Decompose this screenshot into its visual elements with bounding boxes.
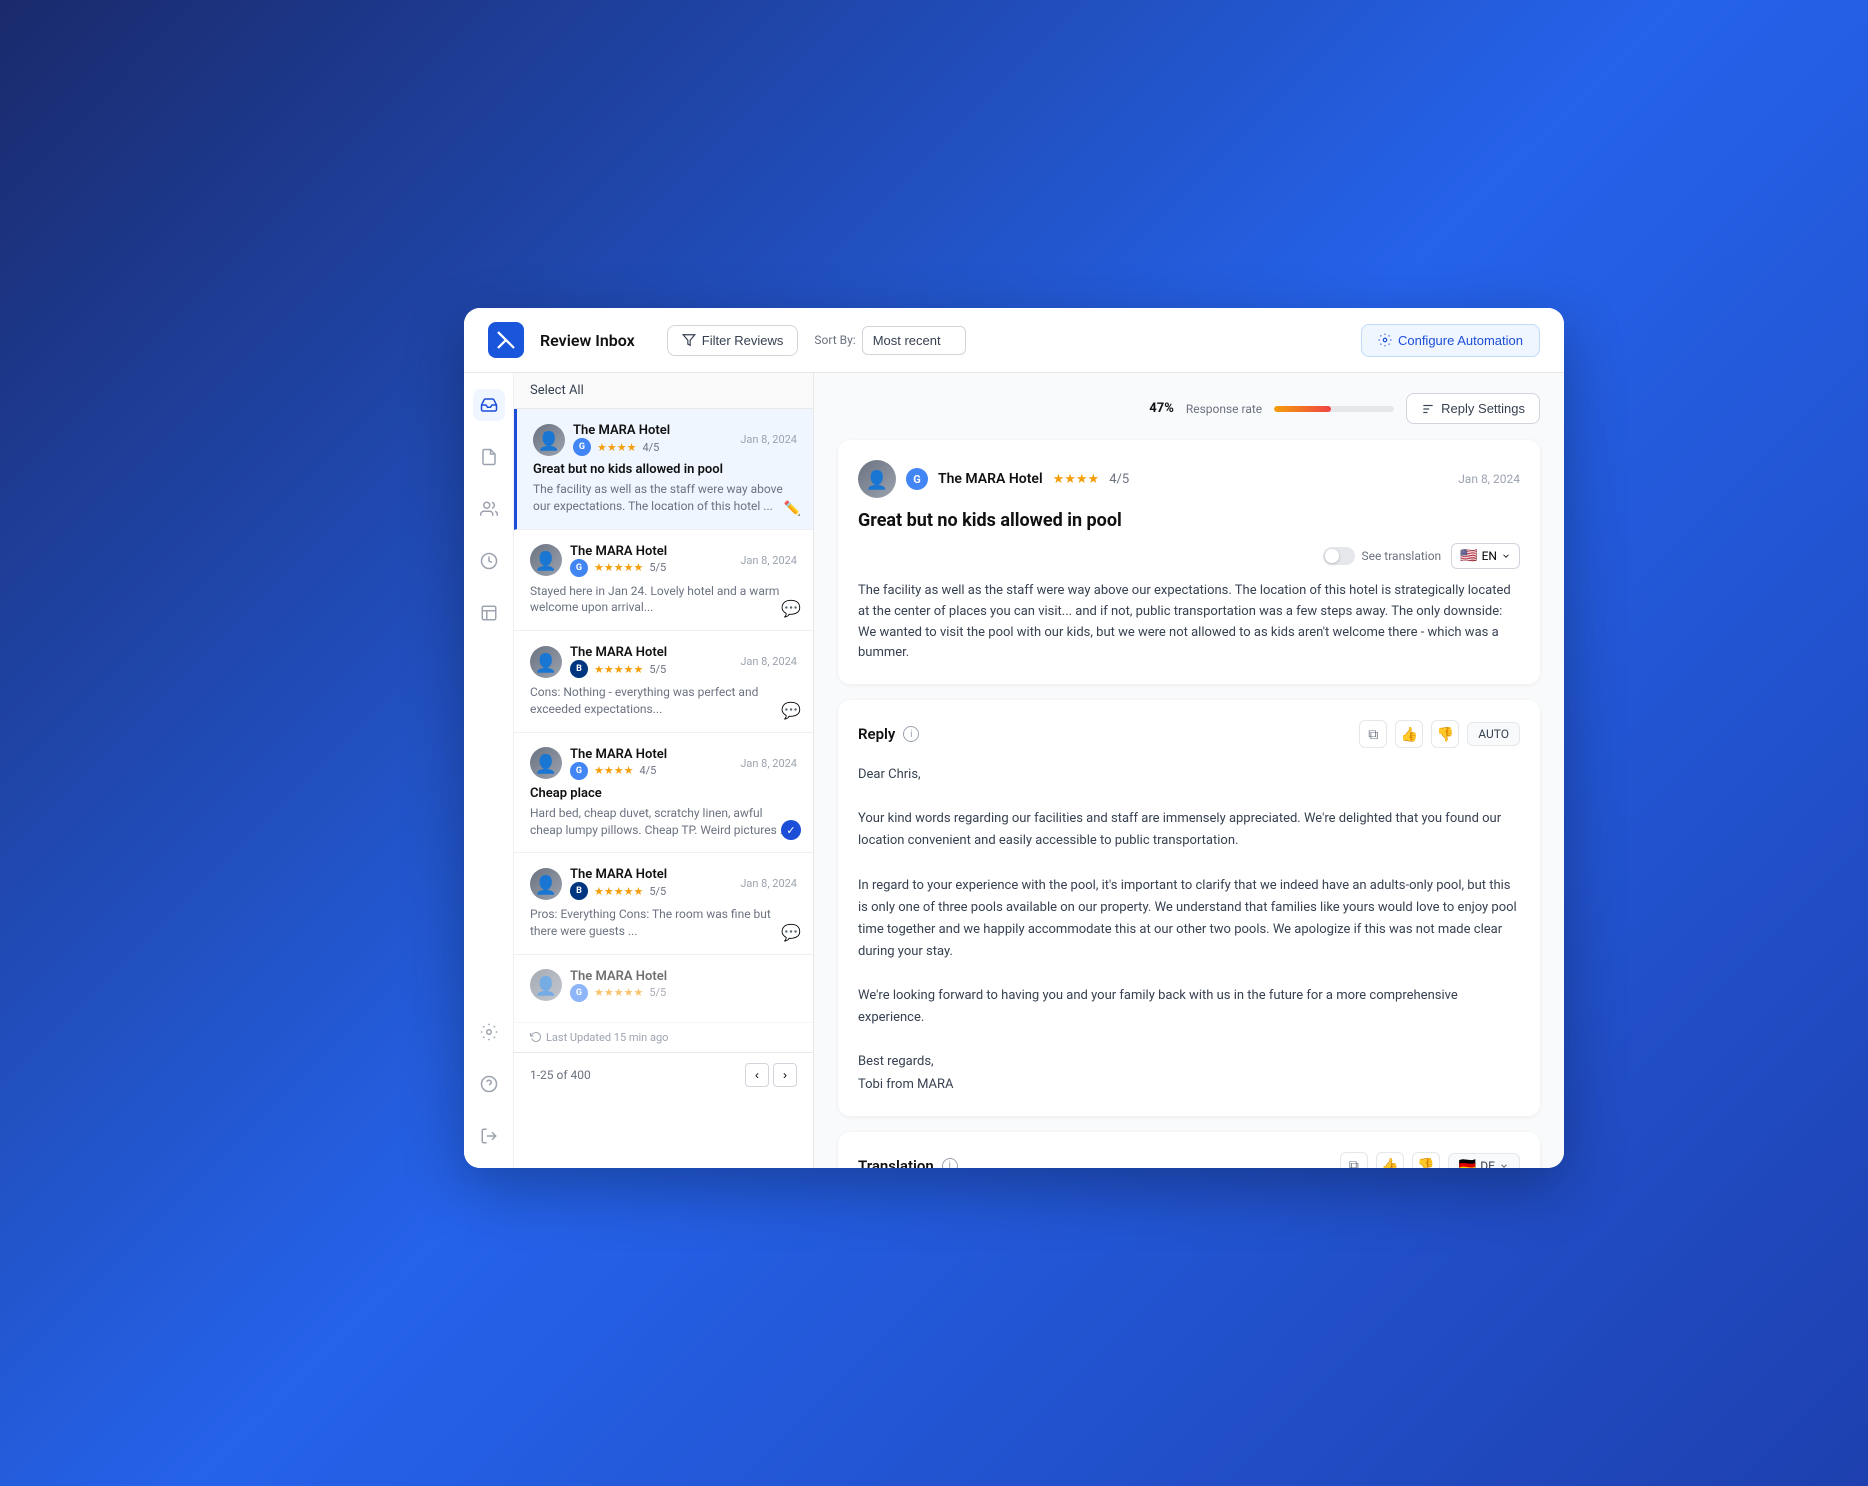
review-meta: G ★★★★★ 5/5	[570, 984, 797, 1002]
avatar: 👤	[858, 460, 896, 498]
sidebar-item-reports[interactable]	[473, 597, 505, 629]
review-item[interactable]: 👤 The MARA Hotel G ★★★★★ 5/5	[514, 955, 813, 1023]
translation-toggle[interactable]: See translation	[1323, 547, 1441, 565]
platform-badge-google: G	[570, 762, 588, 780]
review-item-info: The MARA Hotel G ★★★★ 4/5	[570, 747, 732, 780]
last-updated: Last Updated 15 min ago	[514, 1023, 813, 1052]
copy-translation-button[interactable]: ⧉	[1340, 1152, 1368, 1168]
avatar: 👤	[530, 544, 562, 576]
content-area: Select All 👤 The MARA Hotel G	[464, 373, 1564, 1168]
review-detail: 47% Response rate Reply Settings	[814, 373, 1564, 1168]
review-item-info: The MARA Hotel B ★★★★★ 5/5	[570, 867, 732, 900]
translation-card: Translation i ⧉ 👍 👎 🇩🇪 DE	[838, 1132, 1540, 1168]
reply-card: Reply i ⧉ 👍 👎 AUTO Dear Chris, Your kind…	[838, 700, 1540, 1115]
translation-row: See translation 🇺🇸 EN	[858, 543, 1520, 569]
language-selector[interactable]: 🇺🇸 EN	[1451, 543, 1520, 569]
app-logo	[488, 322, 524, 358]
reply-actions: ⧉ 👍 👎 AUTO	[1359, 720, 1520, 748]
avatar: 👤	[533, 424, 565, 456]
thumbs-up-button[interactable]: 👍	[1395, 720, 1423, 748]
sidebar-icons	[464, 373, 514, 1168]
auto-badge: AUTO	[1467, 722, 1520, 746]
pagination: 1-25 of 400 ‹ ›	[514, 1052, 813, 1097]
edit-icon: ✏️	[784, 501, 801, 517]
reply-settings-button[interactable]: Reply Settings	[1406, 393, 1540, 424]
translation-header: Translation i ⧉ 👍 👎 🇩🇪 DE	[858, 1152, 1520, 1168]
thumbs-down-translation-button[interactable]: 👎	[1412, 1152, 1440, 1168]
review-item-info: The MARA Hotel G ★★★★★ 5/5	[570, 969, 797, 1002]
review-meta: B ★★★★★ 5/5	[570, 882, 732, 900]
prev-page-button[interactable]: ‹	[745, 1063, 769, 1087]
sidebar-item-contacts[interactable]	[473, 493, 505, 525]
platform-badge-booking: B	[570, 882, 588, 900]
review-header-card: 👤 G The MARA Hotel ★★★★ 4/5 Jan 8, 2024 …	[838, 440, 1540, 684]
pagination-nav: ‹ ›	[745, 1063, 797, 1087]
platform-badge-booking: B	[570, 660, 588, 678]
response-rate-track	[1274, 406, 1394, 412]
sort-select[interactable]: Most recent	[862, 326, 966, 355]
response-rate-fill	[1274, 406, 1330, 412]
sidebar-item-help[interactable]	[473, 1068, 505, 1100]
translation-actions: ⧉ 👍 👎 🇩🇪 DE	[1340, 1152, 1520, 1168]
flag-icon: 🇺🇸	[1460, 548, 1477, 564]
review-list: Select All 👤 The MARA Hotel G	[514, 373, 814, 1168]
chevron-down-icon	[1501, 551, 1511, 561]
review-meta: G ★★★★★ 5/5	[570, 559, 732, 577]
platform-badge-google: G	[573, 438, 591, 456]
avatar: 👤	[530, 646, 562, 678]
reply-icon: 💬	[781, 701, 801, 720]
info-icon: i	[903, 726, 919, 742]
sidebar-item-settings[interactable]	[473, 1016, 505, 1048]
review-item[interactable]: 👤 The MARA Hotel B ★★★★★ 5/5 Jan 8,	[514, 631, 813, 733]
review-hotel-row: 👤 G The MARA Hotel ★★★★ 4/5 Jan 8, 2024	[858, 460, 1520, 498]
sort-container: Sort By: Most recent	[814, 326, 965, 355]
platform-badge-google: G	[906, 468, 928, 490]
check-icon: ✓	[781, 820, 801, 840]
configure-automation-button[interactable]: Configure Automation	[1361, 324, 1540, 357]
info-icon: i	[942, 1158, 958, 1168]
app-title: Review Inbox	[540, 331, 635, 350]
language-badge[interactable]: 🇩🇪 DE	[1448, 1153, 1520, 1168]
review-meta: B ★★★★★ 5/5	[570, 660, 732, 678]
review-item[interactable]: 👤 The MARA Hotel G ★★★★ 4/5 Jan 8, 2	[514, 409, 813, 530]
filter-reviews-button[interactable]: Filter Reviews	[667, 325, 799, 356]
review-meta: G ★★★★ 4/5	[573, 438, 732, 456]
reply-body[interactable]: Dear Chris, Your kind words regarding ou…	[858, 764, 1520, 1095]
review-item-info: The MARA Hotel B ★★★★★ 5/5	[570, 645, 732, 678]
review-item-info: The MARA Hotel G ★★★★★ 5/5	[570, 544, 732, 577]
translation-toggle-switch[interactable]	[1323, 547, 1355, 565]
copy-button[interactable]: ⧉	[1359, 720, 1387, 748]
chevron-down-icon	[1499, 1161, 1509, 1168]
flag-icon: 🇩🇪	[1459, 1158, 1476, 1168]
sidebar-item-reviews[interactable]	[473, 441, 505, 473]
main-app-card: Review Inbox Filter Reviews Sort By: Mos…	[464, 308, 1564, 1168]
select-all-bar[interactable]: Select All	[514, 373, 813, 409]
review-meta: G ★★★★ 4/5	[570, 762, 732, 780]
platform-badge-google: G	[570, 559, 588, 577]
avatar: 👤	[530, 747, 562, 779]
response-rate-bar: 47% Response rate Reply Settings	[838, 393, 1540, 424]
reply-icon: 💬	[781, 923, 801, 942]
sidebar-item-history[interactable]	[473, 545, 505, 577]
review-item[interactable]: 👤 The MARA Hotel B ★★★★★ 5/5 Jan 8,	[514, 853, 813, 955]
sidebar-item-logout[interactable]	[473, 1120, 505, 1152]
sidebar-item-inbox[interactable]	[473, 389, 505, 421]
avatar: 👤	[530, 868, 562, 900]
platform-badge-google: G	[570, 984, 588, 1002]
review-item[interactable]: 👤 The MARA Hotel G ★★★★★ 5/5 Jan 8,	[514, 530, 813, 632]
thumbs-up-translation-button[interactable]: 👍	[1376, 1152, 1404, 1168]
reply-icon: 💬	[781, 599, 801, 618]
reply-header: Reply i ⧉ 👍 👎 AUTO	[858, 720, 1520, 748]
app-header: Review Inbox Filter Reviews Sort By: Mos…	[464, 308, 1564, 373]
avatar: 👤	[530, 969, 562, 1001]
thumbs-down-button[interactable]: 👎	[1431, 720, 1459, 748]
next-page-button[interactable]: ›	[773, 1063, 797, 1087]
review-item[interactable]: 👤 The MARA Hotel G ★★★★ 4/5 Jan 8, 2	[514, 733, 813, 854]
review-item-info: The MARA Hotel G ★★★★ 4/5	[573, 423, 732, 456]
